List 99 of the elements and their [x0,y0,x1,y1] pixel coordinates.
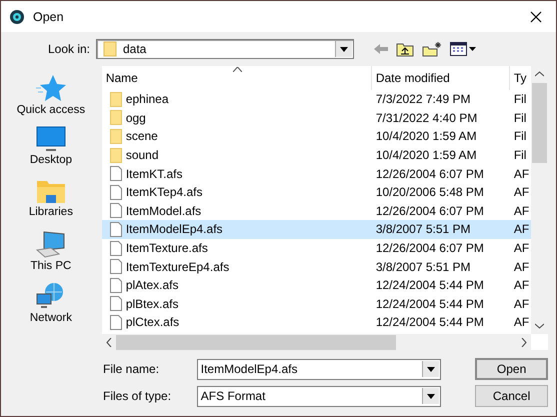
file-name: plAtex.afs [126,278,179,292]
place-item[interactable]: This PC [30,230,72,277]
file-name: ephinea [126,92,169,106]
type-cell-text: AF [512,241,530,256]
file-row[interactable]: ephinea 7/3/2022 7:49 PM Fil [102,90,531,109]
cancel-button[interactable]: Cancel [475,385,548,407]
file-row[interactable]: plCtex.afs 12/24/2004 5:44 PM AF [102,313,531,332]
type-cell-text: AF [512,296,530,311]
file-row[interactable]: ItemKT.afs 12/26/2004 6:07 PM AF [102,164,531,183]
file-name: plBtex.afs [126,296,179,311]
file-name: ItemModel.afs [126,204,202,218]
file-icon [110,166,122,182]
date-cell-text: 12/26/2004 6:07 PM [374,166,485,181]
file-type-dropdown[interactable]: AFS Format [196,386,442,406]
type-cell-text: AF [512,222,530,236]
date-cell-text: 12/24/2004 5:44 PM [374,296,485,311]
type-cell-text: Fil [512,92,528,106]
file-name: plCtex.afs [126,315,180,330]
place-item[interactable]: Libraries [28,178,73,225]
type-cell-text: Fil [512,129,528,144]
date-cell-text: 3/8/2007 5:51 PM [374,260,472,274]
file-icon [110,240,122,256]
file-name-field[interactable]: ItemModelEp4.afs [196,358,442,380]
network-icon [36,282,66,310]
file-row[interactable]: ItemTextureEp4.afs 3/8/2007 5:51 PM AF [102,257,531,276]
file-row[interactable]: plAtex.afs 12/24/2004 5:44 PM AF [102,276,531,295]
file-icon [110,278,122,293]
scroll-up-icon[interactable] [535,71,544,77]
look-in-dropdown[interactable]: data [96,39,354,59]
file-row[interactable]: ItemModelEp4.afs 3/8/2007 5:51 PM AF [102,220,531,239]
scroll-left-icon[interactable] [106,338,112,346]
file-name: ItemKTep4.afs [126,185,203,200]
star-icon [36,74,66,102]
file-row[interactable]: sound 10/4/2020 1:59 AM Fil [102,146,531,164]
file-name: ItemModelEp4.afs [126,222,223,236]
type-cell-text: Fil [512,148,528,162]
scroll-right-icon[interactable] [521,338,527,346]
file-type-label: Files of type: [102,389,172,403]
date-cell-text: 12/26/2004 6:07 PM [374,241,485,256]
file-name: ItemTexture.afs [126,241,208,256]
folder-icon [110,92,122,107]
folder-icon [110,128,122,144]
horizontal-scrollbar[interactable] [102,334,531,350]
file-row[interactable]: ItemKTep4.afs 10/20/2006 5:48 PM AF [102,182,531,202]
date-cell-text: 12/24/2004 5:44 PM [374,315,485,330]
scroll-down-icon[interactable] [535,323,544,329]
file-name: ogg [126,110,146,125]
type-cell-text: AF [512,278,530,292]
date-cell-text: 12/24/2004 5:44 PM [374,278,485,292]
folder-icon [36,178,66,204]
file-name: scene [126,129,158,144]
open-button[interactable]: Open [475,358,548,380]
type-cell-text: AF [512,204,530,218]
place-item[interactable]: Network [30,282,72,329]
sort-caret-icon [232,67,242,72]
date-cell-text: 10/20/2006 5:48 PM [374,185,485,200]
folder-icon [110,148,122,163]
close-icon[interactable] [530,10,542,22]
new-folder-icon[interactable] [422,41,442,57]
type-cell-text: AF [512,185,530,200]
file-row[interactable]: ItemModel.afs 12/26/2004 6:07 PM AF [102,202,531,220]
file-row[interactable]: ItemTexture.afs 12/26/2004 6:07 PM AF [102,238,531,258]
file-row[interactable]: plBtex.afs 12/24/2004 5:44 PM AF [102,294,531,314]
type-cell-text: AF [512,166,530,181]
column-header[interactable]: Ty [510,66,530,90]
window-title: Open [33,10,65,24]
file-name: ItemKT.afs [126,166,182,181]
folder-icon [110,110,122,126]
look-in-label: Look in: [46,42,91,56]
date-cell-text: 7/31/2022 4:40 PM [374,110,478,125]
file-name: sound [126,148,159,162]
desktop-icon [36,126,66,152]
type-cell-text: AF [512,260,530,274]
date-cell-text: 10/4/2020 1:59 AM [374,148,478,162]
file-name: ItemTextureEp4.afs [126,260,230,274]
file-icon [110,259,122,274]
type-cell-text: AF [512,315,530,330]
computer-icon [36,230,66,258]
column-header[interactable]: Date modified [372,66,510,90]
file-row[interactable]: ogg 7/31/2022 4:40 PM Fil [102,108,531,128]
folder-icon [103,41,117,57]
file-row[interactable]: scene 10/4/2020 1:59 AM Fil [102,127,531,146]
column-header[interactable]: Name [102,66,372,90]
file-name-label: File name: [102,362,160,376]
date-cell-text: 10/4/2020 1:59 AM [374,129,478,144]
date-cell-text: 7/3/2022 7:49 PM [374,92,472,106]
file-icon [110,184,122,200]
place-item[interactable]: Desktop [30,126,72,173]
app-icon [9,8,25,24]
file-icon [110,314,122,330]
date-cell-text: 12/26/2004 6:07 PM [374,204,485,218]
date-cell-text: 3/8/2007 5:51 PM [374,222,472,236]
type-cell-text: Fil [512,110,528,125]
view-menu-icon[interactable] [450,42,476,56]
up-folder-icon[interactable] [396,41,414,57]
file-icon [110,296,122,312]
file-icon [110,222,122,237]
file-icon [110,203,122,218]
place-item[interactable]: Quick access [16,74,86,121]
